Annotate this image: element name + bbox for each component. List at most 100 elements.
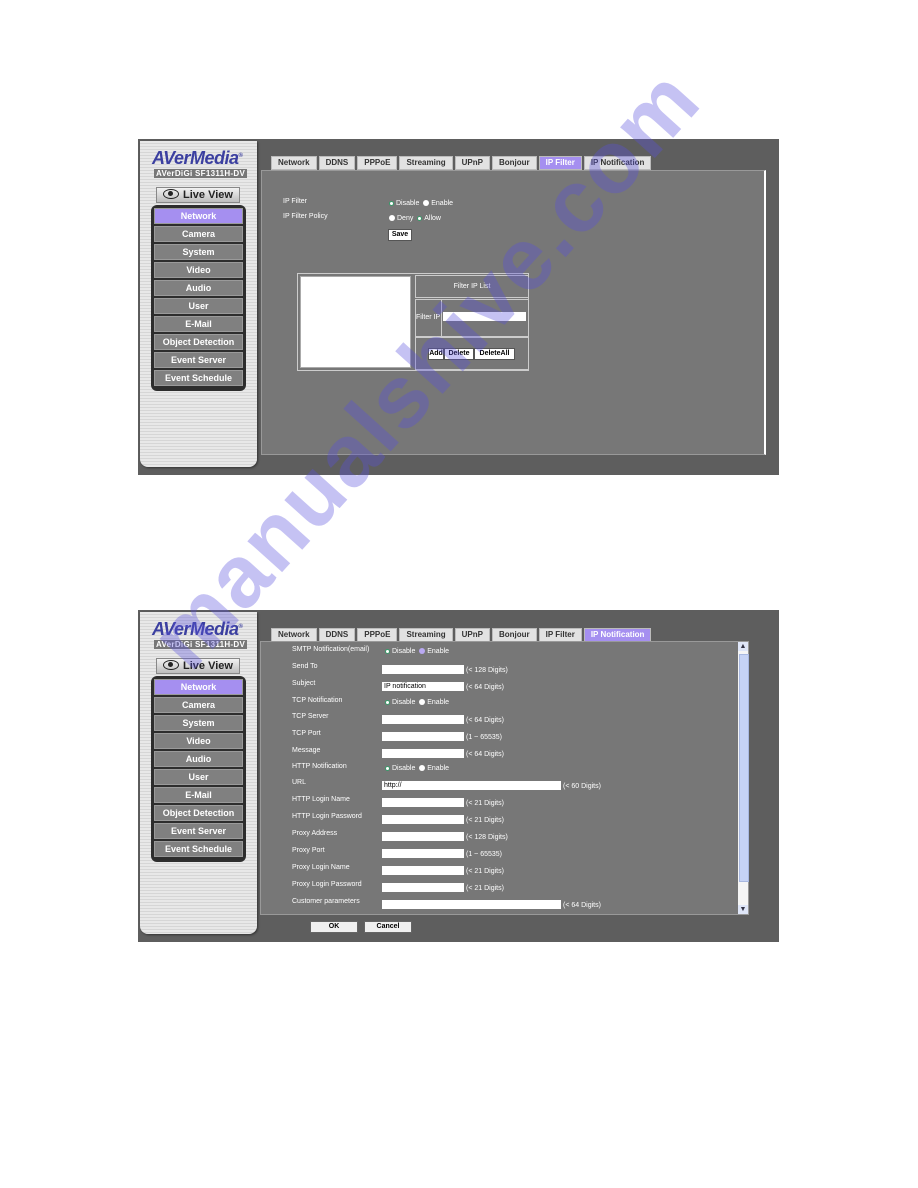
live-view-button[interactable]: Live View [156,187,240,203]
smtp-notification-label: SMTP Notification(email) [292,646,370,653]
customer-parameters-input[interactable] [382,900,561,909]
ip-filter-disable-radio[interactable]: Disable [389,200,419,207]
tab-bonjour[interactable]: Bonjour [491,156,537,170]
send-to-input[interactable] [382,665,464,674]
sidebar-item-object-detection[interactable]: Object Detection [154,334,243,350]
proxy-address-input[interactable] [382,832,464,841]
model-label: AVerDiGi SF1311H-DV [154,169,248,178]
tab-network[interactable]: Network [271,628,317,642]
sidebar-item-video[interactable]: Video [154,733,243,749]
tab-pppoe[interactable]: PPPoE [357,628,398,642]
model-label: AVerDiGi SF1311H-DV [154,640,248,649]
disable-label: Disable [396,200,420,207]
sidebar-item-video[interactable]: Video [154,262,243,278]
http-disable-radio[interactable]: Disable [385,765,415,772]
sidebar-item-camera[interactable]: Camera [154,697,243,713]
http-login-name-label: HTTP Login Name [292,796,350,803]
sidebar-item-network[interactable]: Network [154,679,243,695]
save-button[interactable]: Save [388,229,412,241]
sidebar-menu: Network Camera System Video Audio User E… [151,205,246,391]
brand-name: AVerMedia [152,148,239,168]
tab-ip-notification[interactable]: IP Notification [583,156,652,170]
tcp-port-input[interactable] [382,732,464,741]
http-login-name-hint: (< 21 Digits) [466,800,504,807]
filter-ip-listbox[interactable] [300,276,411,368]
http-login-password-hint: (< 21 Digits) [466,817,504,824]
http-login-password-input[interactable] [382,815,464,824]
http-login-name-input[interactable] [382,798,464,807]
filter-ip-input[interactable] [443,312,526,321]
filter-ip-table: Filter IP List Filter IP Add Delete Dele… [297,273,529,371]
tab-bonjour[interactable]: Bonjour [491,628,537,642]
sidebar-item-event-server[interactable]: Event Server [154,352,243,368]
tab-ip-filter[interactable]: IP Filter [538,628,582,642]
send-to-hint: (< 128 Digits) [466,667,508,674]
policy-allow-radio[interactable]: Allow [417,215,441,222]
tab-network[interactable]: Network [271,156,317,170]
sidebar-item-email[interactable]: E-Mail [154,787,243,803]
add-button[interactable]: Add [428,348,444,360]
url-label: URL [292,779,307,786]
scroll-up-icon[interactable]: ▲ [738,642,748,651]
smtp-disable-radio[interactable]: Disable [385,648,415,655]
tcp-server-input[interactable] [382,715,464,724]
sidebar-item-network[interactable]: Network [154,208,243,224]
proxy-login-password-input[interactable] [382,883,464,892]
proxy-login-name-input[interactable] [382,866,464,875]
tab-upnp[interactable]: UPnP [454,628,490,642]
tab-ip-notification[interactable]: IP Notification [583,628,652,642]
filter-ip-list-title: Filter IP List [415,275,529,298]
sidebar-item-system[interactable]: System [154,715,243,731]
tcp-enable-radio[interactable]: Enable [419,699,449,706]
sidebar-item-event-server[interactable]: Event Server [154,823,243,839]
radio-selected-icon [385,700,390,705]
tab-ddns[interactable]: DDNS [318,156,356,170]
subject-input[interactable]: IP notification [382,682,464,691]
sidebar-item-event-schedule[interactable]: Event Schedule [154,841,243,857]
sidebar-item-camera[interactable]: Camera [154,226,243,242]
delete-all-button[interactable]: DeleteAll [474,348,515,360]
tab-ddns[interactable]: DDNS [318,628,356,642]
url-input[interactable]: http:// [382,781,561,790]
ip-filter-panel: IP Filter Disable Enable IP Filter Polic… [261,170,766,455]
disable-label: Disable [392,699,416,706]
ok-button[interactable]: OK [310,921,358,933]
sidebar-item-audio[interactable]: Audio [154,280,243,296]
ip-notification-screenshot: AVerMedia® AVerDiGi SF1311H-DV Live View… [138,610,779,942]
proxy-port-input[interactable] [382,849,464,858]
proxy-port-label: Proxy Port [292,847,325,854]
sidebar-item-system[interactable]: System [154,244,243,260]
radio-icon [419,765,426,771]
sidebar-item-user[interactable]: User [154,298,243,314]
tcp-radio-group: Disable Enable [385,699,449,706]
cancel-button[interactable]: Cancel [364,921,412,933]
vertical-scrollbar[interactable]: ▲ ▼ [738,642,749,914]
proxy-login-password-hint: (< 21 Digits) [466,885,504,892]
sidebar-item-object-detection[interactable]: Object Detection [154,805,243,821]
smtp-enable-radio[interactable]: Enable [419,648,449,655]
tab-upnp[interactable]: UPnP [454,156,490,170]
message-hint: (< 64 Digits) [466,751,504,758]
sidebar-item-event-schedule[interactable]: Event Schedule [154,370,243,386]
http-radio-group: Disable Enable [385,765,449,772]
ip-filter-enable-radio[interactable]: Enable [423,200,453,207]
policy-deny-radio[interactable]: Deny [389,215,413,222]
tab-pppoe[interactable]: PPPoE [357,156,398,170]
scroll-thumb[interactable] [739,654,749,882]
tcp-disable-radio[interactable]: Disable [385,699,415,706]
sidebar: AVerMedia® AVerDiGi SF1311H-DV Live View… [140,612,257,934]
filter-ip-actions: Add Delete DeleteAll [415,337,529,370]
ip-filter-label: IP Filter [283,198,307,205]
sidebar-item-user[interactable]: User [154,769,243,785]
sidebar-item-audio[interactable]: Audio [154,751,243,767]
live-view-button[interactable]: Live View [156,658,240,674]
delete-button[interactable]: Delete [444,348,474,360]
tab-streaming[interactable]: Streaming [399,156,453,170]
http-enable-radio[interactable]: Enable [419,765,449,772]
tab-ip-filter[interactable]: IP Filter [538,156,582,170]
scroll-down-icon[interactable]: ▼ [738,905,748,914]
tab-streaming[interactable]: Streaming [399,628,453,642]
sidebar-item-email[interactable]: E-Mail [154,316,243,332]
message-label: Message [292,747,321,754]
message-input[interactable] [382,749,464,758]
